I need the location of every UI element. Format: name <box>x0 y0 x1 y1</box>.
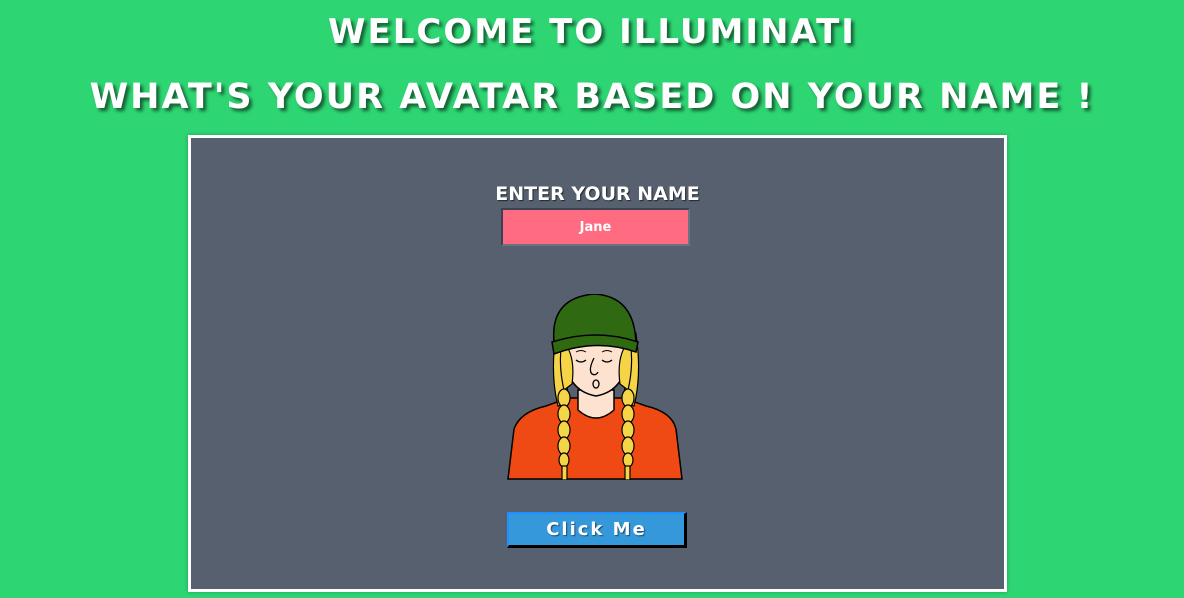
name-input[interactable] <box>501 208 690 246</box>
page-title: WELCOME TO ILLUMINATI <box>328 12 856 52</box>
avatar-panel: ENTER YOUR NAME Jane Click Me <box>188 135 1007 592</box>
avatar-icon <box>507 294 683 480</box>
click-me-button[interactable]: Click Me <box>507 512 687 548</box>
name-label: ENTER YOUR NAME <box>495 183 700 205</box>
page-subtitle: WHAT'S YOUR AVATAR BASED ON YOUR NAME ! <box>89 77 1095 117</box>
